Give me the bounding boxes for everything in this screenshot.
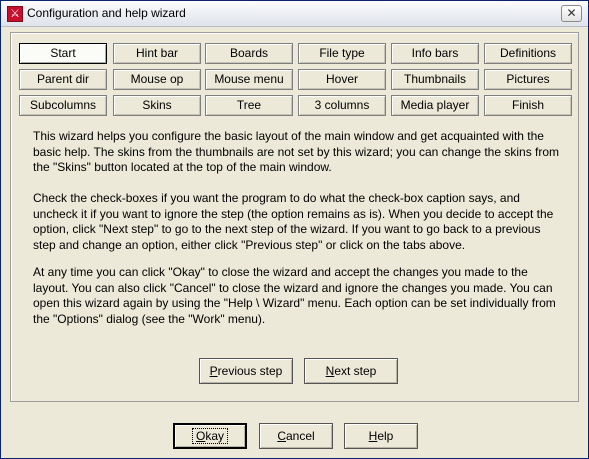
tab-mouse-menu[interactable]: Mouse menu bbox=[205, 69, 293, 90]
tab-start[interactable]: Start bbox=[19, 43, 107, 64]
okay-label: kay bbox=[205, 429, 225, 443]
tab-media-player[interactable]: Media player bbox=[391, 95, 479, 116]
close-icon: ✕ bbox=[566, 6, 577, 20]
tab-parent-dir[interactable]: Parent dir bbox=[19, 69, 107, 90]
instructions-paragraph: Check the check-boxes if you want the pr… bbox=[33, 191, 554, 252]
help-label: elp bbox=[377, 429, 394, 443]
next-step-label: ext step bbox=[334, 364, 377, 378]
close-button[interactable]: ✕ bbox=[561, 5, 582, 22]
tab-tree[interactable]: Tree bbox=[205, 95, 293, 116]
tab-skins[interactable]: Skins bbox=[113, 95, 201, 116]
closing-paragraph: At any time you can click "Okay" to clos… bbox=[33, 265, 556, 326]
cancel-button[interactable]: Cancel bbox=[259, 423, 333, 449]
app-icon: ⚔ bbox=[7, 6, 23, 22]
tab-finish[interactable]: Finish bbox=[484, 95, 572, 116]
tab-file-type[interactable]: File type bbox=[298, 43, 386, 64]
next-step-accel: N bbox=[325, 364, 335, 378]
tab-mouse-op[interactable]: Mouse op bbox=[113, 69, 201, 90]
tab-hover[interactable]: Hover bbox=[298, 69, 386, 90]
tab-definitions[interactable]: Definitions bbox=[484, 43, 572, 64]
okay-accel: O bbox=[195, 429, 206, 443]
tab-3-columns[interactable]: 3 columns bbox=[298, 95, 386, 116]
okay-button[interactable]: Okay bbox=[173, 423, 247, 449]
next-step-button[interactable]: Next step bbox=[304, 358, 398, 384]
window-title: Configuration and help wizard bbox=[27, 6, 186, 20]
previous-step-button[interactable]: Previous step bbox=[199, 358, 293, 384]
previous-step-accel: P bbox=[209, 364, 218, 378]
tab-boards[interactable]: Boards bbox=[205, 43, 293, 64]
help-button[interactable]: Help bbox=[344, 423, 418, 449]
title-bar[interactable]: ⚔ Configuration and help wizard ✕ bbox=[1, 1, 588, 27]
cancel-accel: C bbox=[277, 429, 286, 443]
previous-step-label: revious step bbox=[217, 364, 283, 378]
intro-paragraph: This wizard helps you configure the basi… bbox=[33, 129, 560, 174]
tab-pictures[interactable]: Pictures bbox=[484, 69, 572, 90]
okay-focus-rect: Okay bbox=[191, 428, 229, 444]
wizard-window: ⚔ Configuration and help wizard ✕ Start … bbox=[0, 0, 589, 459]
tab-thumbnails[interactable]: Thumbnails bbox=[391, 69, 479, 90]
cancel-label: ancel bbox=[285, 429, 315, 443]
tab-subcolumns[interactable]: Subcolumns bbox=[19, 95, 107, 116]
tab-hint-bar[interactable]: Hint bar bbox=[113, 43, 201, 64]
tab-info-bars[interactable]: Info bars bbox=[391, 43, 479, 64]
